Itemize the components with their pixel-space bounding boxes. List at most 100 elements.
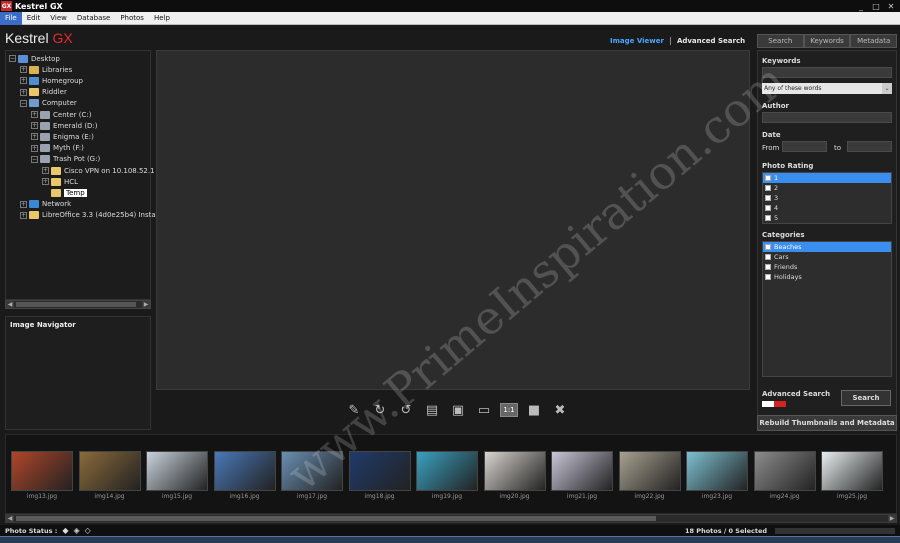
thumbnail[interactable]: img21.jpg — [551, 451, 613, 501]
tag-icon[interactable]: ◆ — [62, 526, 68, 535]
scroll-thumb[interactable] — [16, 516, 656, 521]
tab-advanced-search[interactable]: Advanced Search — [671, 37, 751, 45]
tree-node[interactable]: Temp — [42, 187, 87, 198]
tab-metadata[interactable]: Metadata — [850, 34, 898, 48]
tree-node[interactable]: + LibreOffice 3.3 (4d0e25b4) Install — [20, 210, 160, 221]
thumbnail[interactable]: img13.jpg — [11, 451, 73, 501]
match-select[interactable]: Any of these words ⌄ — [762, 83, 892, 94]
tree-node[interactable]: − Trash Pot (G:) — [31, 154, 100, 165]
image-viewer[interactable] — [156, 50, 750, 390]
rebuild-thumbnails-button[interactable]: Rebuild Thumbnails and Metadata — [757, 415, 897, 431]
checkbox[interactable] — [765, 274, 771, 280]
thumbnail[interactable]: img15.jpg — [146, 451, 208, 501]
scroll-right-icon[interactable]: ▶ — [142, 301, 150, 308]
tree-scrollbar[interactable]: ◀ ▶ — [5, 300, 151, 309]
keywords-input[interactable] — [762, 67, 892, 78]
list-item[interactable]: Holidays — [763, 272, 891, 282]
checkbox[interactable] — [765, 215, 771, 221]
minimize-icon[interactable]: _ — [856, 2, 866, 11]
thumbnail[interactable]: img23.jpg — [686, 451, 748, 501]
collapse-icon[interactable]: − — [9, 55, 16, 62]
thumbnail[interactable]: img14.jpg — [78, 451, 141, 501]
collapse-icon[interactable]: − — [31, 155, 38, 163]
menu-edit[interactable]: Edit — [22, 12, 46, 25]
list-item[interactable]: 3 — [763, 193, 891, 203]
tree-node[interactable]: + Network — [20, 199, 71, 210]
list-item[interactable]: 1 — [763, 173, 891, 183]
tab-keywords[interactable]: Keywords — [803, 34, 851, 48]
checkbox[interactable] — [765, 264, 771, 270]
expand-icon[interactable]: + — [20, 77, 27, 85]
expand-icon[interactable]: + — [20, 200, 27, 208]
checkbox[interactable] — [765, 205, 771, 211]
delete-icon[interactable]: ✖ — [550, 401, 570, 419]
slideshow-icon[interactable]: ▣ — [448, 401, 468, 419]
strip-scrollbar[interactable]: ◀ ▶ — [5, 514, 897, 523]
scroll-right-icon[interactable]: ▶ — [888, 515, 896, 522]
tag-icon[interactable]: ◇ — [85, 526, 91, 535]
menu-help[interactable]: Help — [149, 12, 175, 25]
tab-search[interactable]: Search — [757, 34, 804, 48]
monitor-icon[interactable]: ▭ — [474, 401, 494, 419]
menu-database[interactable]: Database — [72, 12, 115, 25]
expand-icon[interactable]: + — [20, 66, 27, 74]
menu-file[interactable]: File — [0, 11, 22, 25]
expand-icon[interactable]: + — [42, 167, 49, 174]
list-item[interactable]: Beaches — [763, 242, 891, 252]
actual-size-icon[interactable]: 1:1 — [500, 403, 518, 417]
date-to-input[interactable] — [847, 141, 892, 152]
date-from-input[interactable] — [782, 141, 827, 152]
expand-icon[interactable]: + — [42, 178, 49, 186]
tree-node[interactable]: + Enigma (E:) — [31, 131, 94, 142]
thumbnail[interactable]: img20.jpg — [483, 451, 546, 501]
scroll-left-icon[interactable]: ◀ — [6, 515, 14, 522]
thumbnail[interactable]: img19.jpg — [416, 451, 478, 501]
rotate-right-icon[interactable]: ↻ — [370, 401, 390, 419]
tree-node[interactable]: − Computer — [20, 98, 77, 109]
thumbnail[interactable]: img16.jpg — [213, 451, 276, 501]
tree-node[interactable]: + Emerald (D:) — [31, 120, 98, 131]
close-icon[interactable]: ✕ — [886, 2, 896, 11]
list-item[interactable]: Friends — [763, 262, 891, 272]
tree-node[interactable]: − Desktop — [9, 53, 60, 64]
expand-icon[interactable]: + — [31, 111, 38, 118]
tree-node[interactable]: + HCL — [42, 176, 78, 187]
thumbnail[interactable]: img18.jpg — [348, 451, 411, 501]
scroll-left-icon[interactable]: ◀ — [6, 301, 14, 308]
tree-node[interactable]: + Center (C:) — [31, 109, 92, 120]
list-item[interactable]: 4 — [763, 203, 891, 213]
tag-icon[interactable]: ◈ — [74, 526, 80, 535]
expand-icon[interactable]: + — [20, 211, 27, 219]
thumbnail[interactable]: img25.jpg — [821, 451, 883, 501]
thumbnail[interactable]: img24.jpg — [753, 451, 816, 501]
fit-screen-icon[interactable]: ■ — [524, 401, 544, 419]
tree-node[interactable]: + Homegroup — [20, 75, 83, 86]
expand-icon[interactable]: + — [31, 144, 38, 152]
checkbox[interactable] — [765, 175, 771, 181]
checkbox[interactable] — [765, 254, 771, 260]
expand-icon[interactable]: + — [31, 133, 38, 141]
tree-node[interactable]: + Riddler — [20, 87, 67, 98]
checkbox[interactable] — [765, 195, 771, 201]
list-item[interactable]: Cars — [763, 252, 891, 262]
thumbnail[interactable]: img17.jpg — [281, 451, 343, 501]
author-input[interactable] — [762, 112, 892, 123]
list-item[interactable]: 2 — [763, 183, 891, 193]
advanced-search-toggle[interactable] — [762, 401, 786, 407]
thumbnail[interactable]: img22.jpg — [618, 451, 681, 501]
tree-node[interactable]: + Cisco VPN on 10.108.52.1 — [42, 165, 155, 176]
tree-node[interactable]: + Libraries — [20, 64, 72, 75]
checkbox[interactable] — [765, 185, 771, 191]
rotate-left-icon[interactable]: ↺ — [396, 401, 416, 419]
list-item[interactable]: 5 — [763, 213, 891, 223]
menu-photos[interactable]: Photos — [115, 12, 149, 25]
filmstrip-icon[interactable]: ▤ — [422, 401, 442, 419]
menu-view[interactable]: View — [45, 12, 72, 25]
expand-icon[interactable]: + — [31, 122, 38, 130]
edit-pencil-icon[interactable]: ✎ — [344, 401, 364, 419]
tree-node[interactable]: + Myth (F:) — [31, 143, 84, 154]
collapse-icon[interactable]: − — [20, 99, 27, 107]
maximize-icon[interactable]: □ — [871, 2, 881, 11]
tab-image-viewer[interactable]: Image Viewer — [604, 37, 671, 45]
expand-icon[interactable]: + — [20, 88, 27, 96]
